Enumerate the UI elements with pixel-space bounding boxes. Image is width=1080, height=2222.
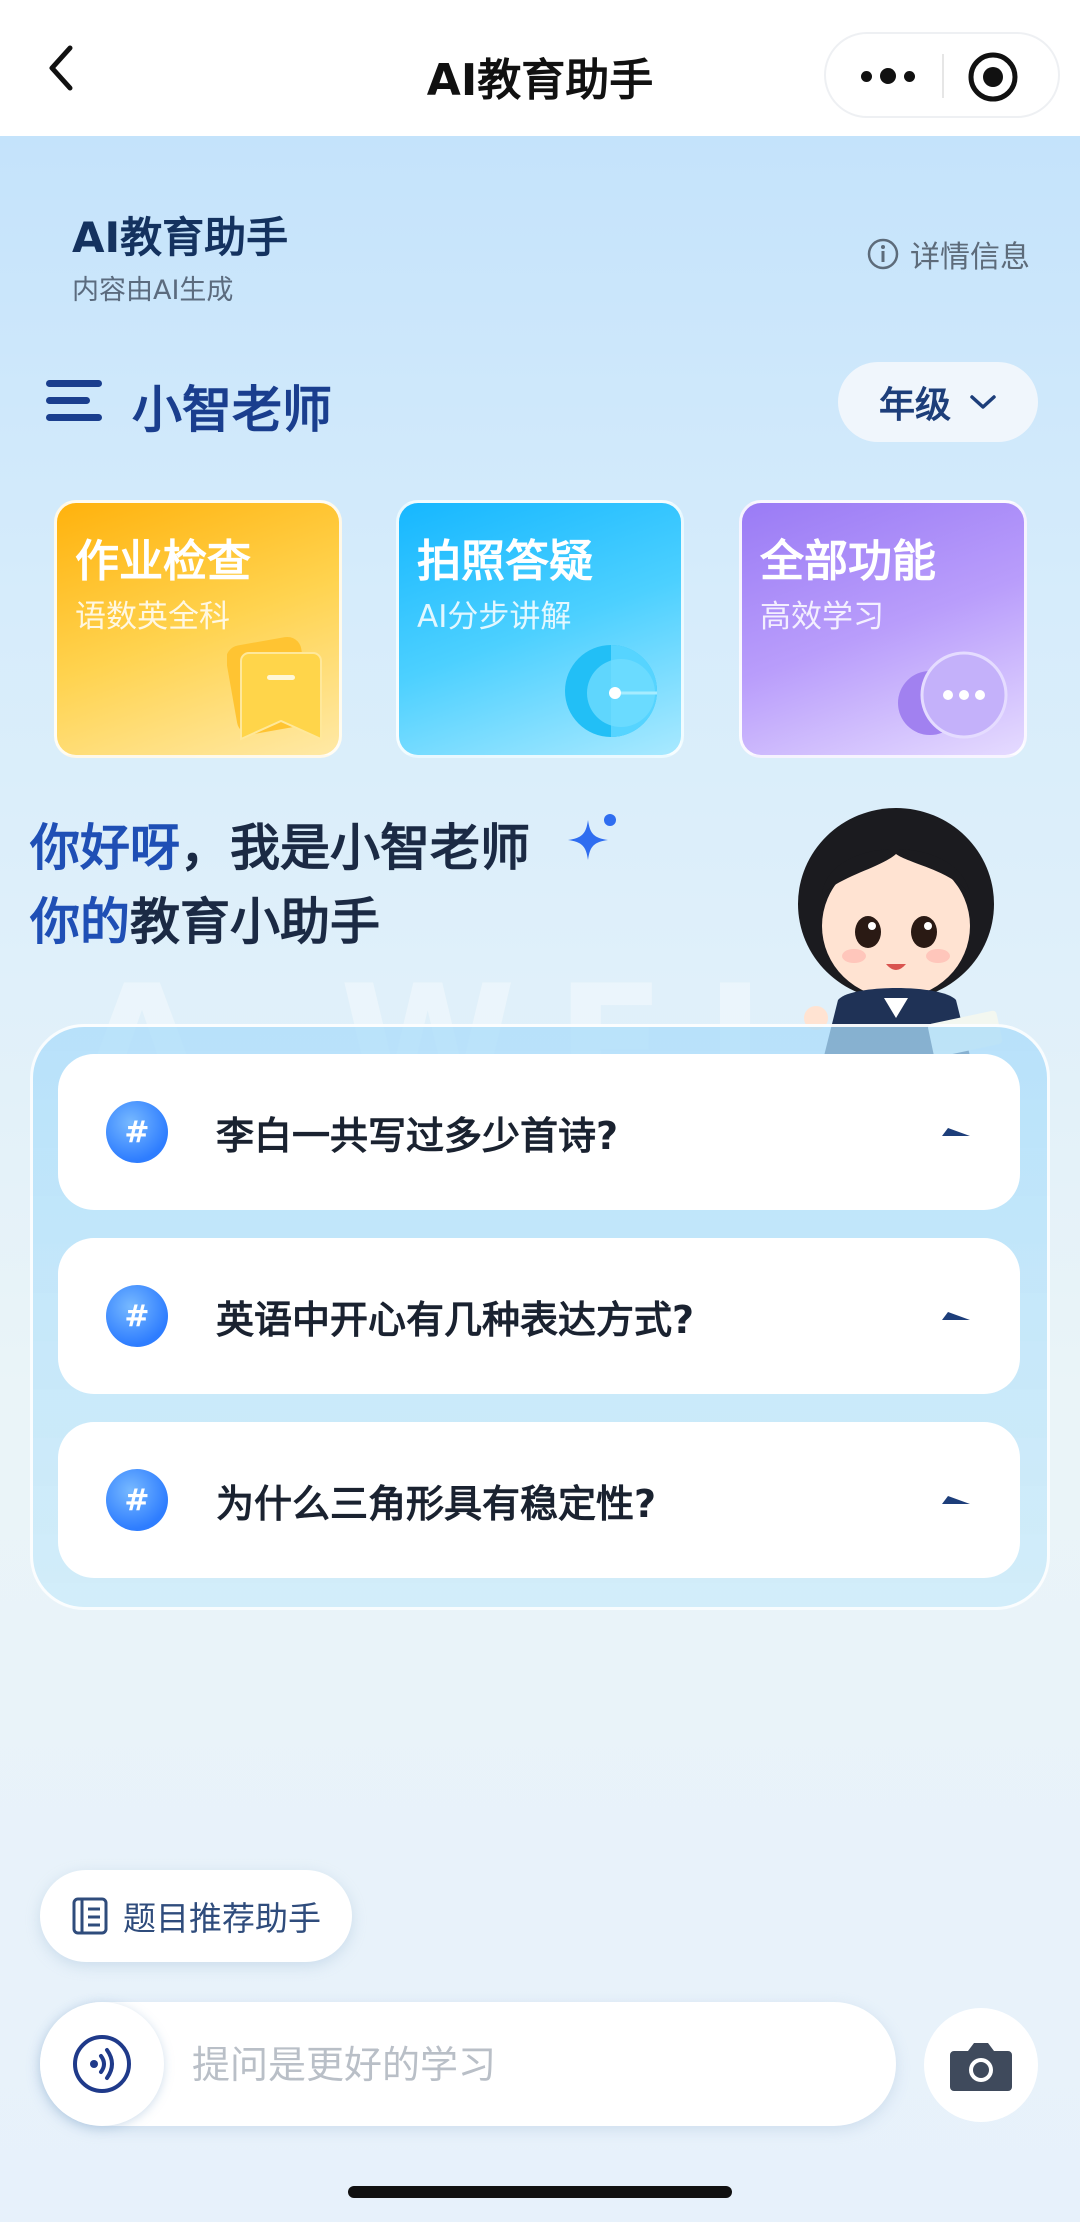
card-title: 作业检查	[75, 536, 251, 587]
greeting-text: ，我是小智老师	[180, 819, 530, 877]
hashtag-icon: #	[106, 1285, 168, 1347]
greeting-highlight: 你好呀	[30, 819, 180, 877]
more-button[interactable]	[848, 54, 928, 98]
bookmark-icon	[227, 636, 322, 741]
greeting-text: 教育小助手	[130, 893, 380, 951]
sparkle-icon	[568, 814, 616, 860]
teacher-name: 小智老师	[132, 381, 332, 439]
teacher-mascot-illustration	[798, 808, 1003, 1056]
suggested-question-2[interactable]: # 英语中开心有几种表达方式?	[58, 1238, 1020, 1394]
lens-icon	[565, 645, 657, 737]
more-dots-icon	[861, 70, 872, 82]
chat-bubble-icon	[898, 651, 1008, 739]
arrow-right-icon	[942, 1128, 970, 1136]
info-icon	[867, 238, 899, 270]
greeting-line-2: 你的教育小助手	[30, 882, 380, 954]
card-subtitle: AI分步讲解	[417, 599, 572, 635]
recommend-label: 题目推荐助手	[123, 1899, 321, 1938]
menu-button[interactable]	[46, 378, 102, 424]
card-subtitle: 语数英全科	[75, 599, 230, 635]
voice-wave-icon	[73, 2035, 131, 2093]
suggested-question-3[interactable]: # 为什么三角形具有稳定性?	[58, 1422, 1020, 1578]
card-title: 拍照答疑	[417, 536, 593, 587]
chat-input-bar	[40, 2002, 896, 2126]
card-subtitle: 高效学习	[760, 599, 884, 635]
all-features-card[interactable]: 全部功能 高效学习	[739, 500, 1027, 758]
details-link[interactable]: 详情信息	[866, 232, 1030, 276]
ai-generated-note: 内容由AI生成	[72, 275, 234, 306]
camera-icon	[950, 2043, 1012, 2091]
app-name: AI教育助手	[72, 213, 289, 262]
question-input[interactable]	[190, 2024, 874, 2106]
hashtag-icon: #	[106, 1469, 168, 1531]
target-circle-icon	[968, 52, 1018, 102]
photo-answer-card[interactable]: 拍照答疑 AI分步讲解	[396, 500, 684, 758]
question-recommend-button[interactable]: 题目推荐助手	[40, 1870, 352, 1962]
chevron-down-icon	[970, 395, 996, 409]
hashtag-icon: #	[106, 1101, 168, 1163]
arrow-right-icon	[942, 1496, 970, 1504]
suggested-question-1[interactable]: # 李白一共写过多少首诗?	[58, 1054, 1020, 1210]
camera-button[interactable]	[924, 2008, 1038, 2122]
question-text: 为什么三角形具有稳定性?	[216, 1481, 657, 1526]
greeting-highlight: 你的	[30, 893, 130, 951]
voice-input-button[interactable]	[40, 2002, 164, 2126]
question-text: 李白一共写过多少首诗?	[216, 1113, 619, 1158]
grade-dropdown[interactable]: 年级	[838, 362, 1038, 442]
card-title: 全部功能	[760, 536, 936, 587]
document-list-icon	[72, 1897, 108, 1935]
homework-check-card[interactable]: 作业检查 语数英全科	[54, 500, 342, 758]
question-text: 英语中开心有几种表达方式?	[216, 1297, 695, 1342]
details-label: 详情信息	[910, 240, 1030, 275]
close-button[interactable]	[966, 50, 1020, 104]
capsule-divider	[942, 54, 944, 98]
arrow-right-icon	[942, 1312, 970, 1320]
menu-lines-icon	[46, 380, 102, 421]
mini-program-capsule	[824, 32, 1060, 118]
greeting-line-1: 你好呀，我是小智老师	[30, 808, 530, 880]
grade-label: 年级	[878, 385, 951, 426]
nav-bar: AI教育助手	[0, 0, 1080, 136]
home-indicator	[348, 2186, 732, 2198]
